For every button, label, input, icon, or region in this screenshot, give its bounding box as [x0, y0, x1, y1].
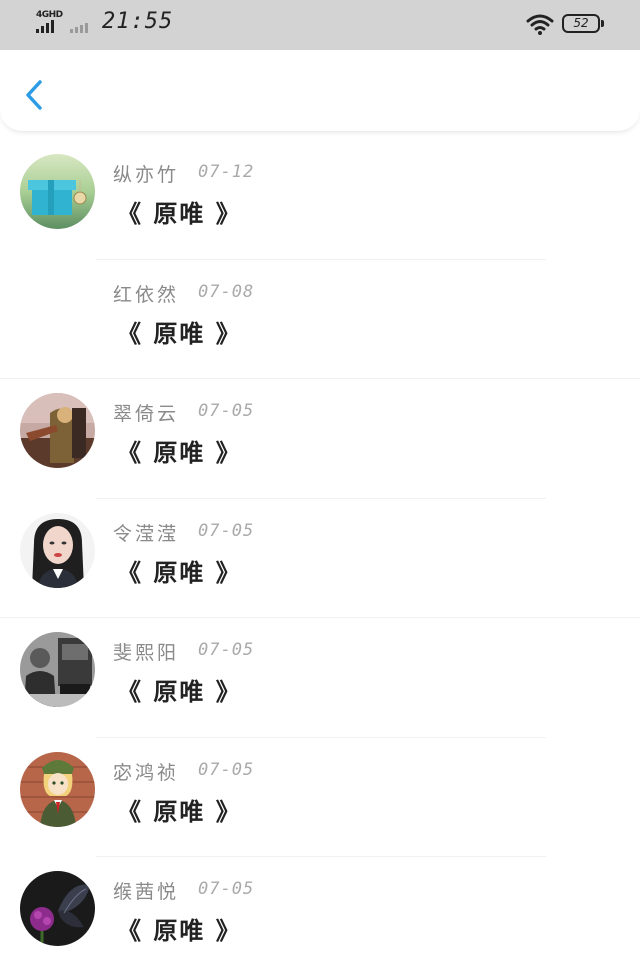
list-item[interactable]: 宓鸿祯 07-05 《 原唯 》: [0, 738, 640, 857]
comment-text: 《 原唯 》: [117, 318, 242, 348]
comment-text: 《 原唯 》: [117, 916, 242, 945]
comment-date: 07-12: [198, 162, 255, 182]
commenter-name[interactable]: 令滢滢: [113, 519, 179, 546]
list-item[interactable]: 缑茜悦 07-05 《 原唯 》: [0, 857, 640, 953]
commenter-name[interactable]: 宓鸿祯: [113, 758, 179, 785]
comment-text: 《 原唯 》: [117, 438, 242, 467]
avatar[interactable]: [20, 393, 95, 468]
comment-date: 07-05: [198, 520, 255, 541]
avatar[interactable]: [20, 274, 95, 349]
secondary-signal-icon: [70, 20, 88, 33]
comment-list: 纵亦竹 07-12 《 原唯 》 红依然 07-08 《 原唯 》 翠倚云 07…: [0, 140, 640, 953]
commenter-name[interactable]: 斐熙阳: [113, 638, 179, 665]
chevron-left-icon: [26, 80, 42, 110]
comment-date: 07-05: [198, 401, 255, 421]
avatar[interactable]: [20, 632, 95, 707]
avatar[interactable]: [20, 871, 95, 946]
commenter-name[interactable]: 缑茜悦: [113, 877, 179, 904]
comment-date: 07-08: [198, 281, 255, 302]
comment-date: 07-05: [198, 640, 255, 660]
commenter-name[interactable]: 纵亦竹: [113, 160, 179, 187]
avatar[interactable]: [20, 512, 95, 588]
comment-date: 07-05: [198, 759, 255, 780]
list-item[interactable]: 斐熙阳 07-05 《 原唯 》: [0, 618, 640, 738]
commenter-name[interactable]: 翠倚云: [113, 399, 179, 426]
list-item[interactable]: 红依然 07-08 《 原唯 》: [0, 260, 640, 379]
network-type-label: 4GHD: [36, 10, 63, 20]
signal-strength-icon: [36, 20, 54, 33]
comment-date: 07-05: [198, 879, 255, 899]
commenter-name[interactable]: 红依然: [113, 280, 179, 307]
comment-text: 《 原唯 》: [117, 199, 242, 228]
list-item[interactable]: 纵亦竹 07-12 《 原唯 》: [0, 140, 640, 260]
comment-text: 《 原唯 》: [117, 557, 242, 587]
list-item[interactable]: 翠倚云 07-05 《 原唯 》: [0, 379, 640, 499]
list-item[interactable]: 令滢滢 07-05 《 原唯 》: [0, 499, 640, 618]
avatar[interactable]: [20, 751, 95, 827]
battery-icon: 52: [562, 14, 604, 33]
back-button[interactable]: [16, 70, 56, 116]
comment-text: 《 原唯 》: [117, 677, 242, 706]
avatar[interactable]: [20, 154, 95, 229]
navigation-bar: [0, 50, 640, 132]
status-bar: 4GHD 21:55 52: [0, 0, 640, 50]
wifi-icon: [526, 14, 554, 35]
status-time: 21:55: [102, 9, 174, 34]
comment-text: 《 原唯 》: [117, 796, 242, 826]
